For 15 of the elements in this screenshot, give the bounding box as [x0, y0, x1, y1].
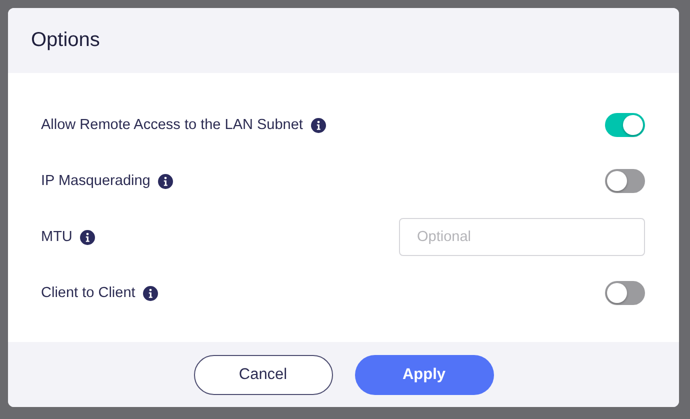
info-icon[interactable]	[310, 118, 326, 132]
toggle-switch[interactable]	[605, 281, 645, 305]
info-icon[interactable]	[143, 286, 158, 300]
info-icon[interactable]	[80, 230, 96, 244]
input-field[interactable]: Optional	[399, 218, 645, 256]
toggle-switch[interactable]	[605, 113, 645, 137]
setting-label: MTU	[41, 229, 72, 245]
info-icon[interactable]	[158, 174, 174, 188]
setting-label: Client to Client	[41, 285, 136, 301]
setting-label: IP Masquerading	[41, 173, 150, 189]
toggle-switch[interactable]	[605, 169, 645, 193]
setting-label: Allow Remote Access to the LAN Subnet	[41, 117, 303, 133]
apply-button[interactable]: Apply	[354, 354, 494, 394]
dialog-title: Options	[31, 29, 100, 52]
cancel-button[interactable]: Cancel	[194, 354, 332, 394]
